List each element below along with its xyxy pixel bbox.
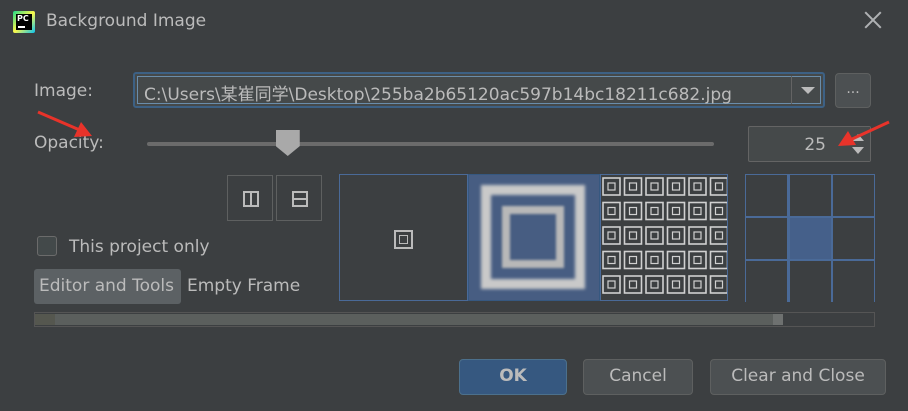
fill-mode-plain[interactable] [339, 174, 468, 301]
fill-mode-tile[interactable] [600, 174, 728, 301]
horizontal-scrollbar[interactable] [34, 312, 875, 327]
image-path-combobox[interactable]: C:\Users\某崔同学\Desktop\255ba2b65120ac597b… [133, 72, 825, 108]
this-project-only-label[interactable]: This project only [69, 237, 210, 257]
anchor-cell-2-0[interactable] [746, 261, 787, 302]
image-path-value[interactable]: C:\Users\某崔同学\Desktop\255ba2b65120ac597b… [144, 80, 732, 105]
close-icon[interactable] [862, 9, 884, 31]
opacity-slider-thumb[interactable] [275, 130, 300, 156]
chevron-down-icon[interactable] [801, 87, 815, 94]
opacity-value[interactable]: 25 [804, 135, 826, 155]
image-label: Image: [34, 81, 93, 101]
scrollbar-thumb[interactable] [55, 314, 782, 325]
this-project-only-checkbox[interactable] [37, 236, 57, 256]
tab-empty-frame[interactable]: Empty Frame [187, 269, 300, 304]
browse-button[interactable]: ... [835, 73, 871, 108]
anchor-cell-2-1[interactable] [789, 261, 831, 302]
app-icon-label: PC [17, 14, 29, 23]
pycharm-app-icon: PC [13, 11, 35, 33]
cancel-button[interactable]: Cancel [583, 359, 693, 395]
clear-and-close-button[interactable]: Clear and Close [710, 359, 886, 395]
anchor-cell-0-0[interactable] [746, 175, 787, 216]
tab-editor-and-tools[interactable]: Editor and Tools [34, 269, 181, 304]
title-bar: PC Background Image [0, 0, 908, 44]
anchor-cell-1-1[interactable] [789, 218, 831, 259]
anchor-cell-2-2[interactable] [833, 261, 874, 302]
opacity-spinner[interactable]: 25 [748, 126, 871, 162]
window-title: Background Image [46, 11, 207, 31]
split-vertical-icon [243, 191, 259, 207]
anchor-cell-0-2[interactable] [833, 175, 874, 216]
opacity-slider-track[interactable] [147, 142, 714, 146]
fill-mode-scale[interactable] [468, 174, 600, 301]
tiled-squares-icon [602, 177, 727, 294]
ok-button[interactable]: OK [459, 359, 567, 395]
flip-vertical-button[interactable] [276, 175, 322, 221]
anchor-cell-0-1[interactable] [789, 175, 831, 216]
anchor-cell-1-2[interactable] [833, 218, 874, 259]
split-horizontal-icon [292, 191, 308, 207]
anchor-cell-1-0[interactable] [746, 218, 787, 259]
spinner-up-icon[interactable] [852, 134, 864, 141]
spinner-down-icon[interactable] [852, 147, 864, 154]
flip-horizontal-button[interactable] [227, 175, 273, 221]
opacity-label: Opacity: [34, 133, 104, 153]
anchor-grid[interactable] [745, 174, 875, 302]
